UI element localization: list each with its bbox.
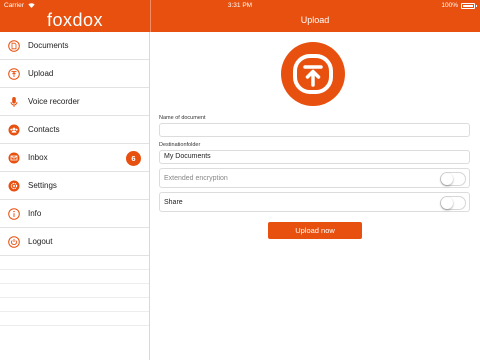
sidebar-item-info[interactable]: Info (0, 200, 149, 228)
empty-list-row (0, 298, 149, 312)
extended-encryption-toggle[interactable] (440, 172, 466, 186)
upload-form: Name of document Destinationfolder My Do… (159, 115, 470, 212)
sidebar-item-contacts[interactable]: Contacts (0, 116, 149, 144)
sidebar-item-upload[interactable]: Upload (0, 60, 149, 88)
power-icon (8, 235, 20, 248)
sidebar-item-label: Inbox (28, 153, 48, 162)
sidebar-item-logout[interactable]: Logout (0, 228, 149, 256)
upload-panel: Name of document Destinationfolder My Do… (151, 32, 480, 360)
document-name-label: Name of document (159, 115, 206, 121)
document-icon (8, 39, 20, 52)
inbox-count-badge: 6 (126, 151, 141, 166)
sidebar-item-label: Voice recorder (28, 97, 80, 106)
sidebar-item-label: Contacts (28, 125, 60, 134)
top-bar: Carrier 3:31 PM 100% foxdox Upload (0, 0, 480, 32)
destination-folder-label: Destinationfolder (159, 142, 201, 148)
share-row: Share (159, 192, 470, 212)
extended-encryption-row: Extended encryption (159, 168, 470, 188)
empty-list-row (0, 312, 149, 326)
extended-encryption-label: Extended encryption (164, 174, 228, 182)
sidebar-item-documents[interactable]: Documents (0, 32, 149, 60)
upload-icon (8, 67, 20, 80)
microphone-icon (8, 96, 20, 108)
app-logo: foxdox (46, 10, 104, 30)
upload-now-button[interactable]: Upload now (268, 222, 362, 239)
sidebar-item-label: Logout (28, 237, 53, 246)
inbox-icon (8, 152, 20, 164)
contacts-icon (8, 124, 20, 136)
upload-hero-icon (281, 42, 345, 106)
share-label: Share (164, 198, 183, 206)
empty-list-row (0, 256, 149, 270)
empty-list-row (0, 284, 149, 298)
sidebar: Documents Upload Voice recorder Contacts… (0, 32, 150, 360)
sidebar-item-label: Settings (28, 181, 57, 190)
empty-list-row (0, 270, 149, 284)
sidebar-item-voice-recorder[interactable]: Voice recorder (0, 88, 149, 116)
gear-icon (8, 180, 20, 192)
share-toggle[interactable] (440, 196, 466, 210)
document-name-input[interactable] (159, 123, 470, 137)
destination-folder-input[interactable]: My Documents (159, 150, 470, 164)
page-title: Upload (300, 15, 330, 25)
sidebar-item-inbox[interactable]: Inbox 6 (0, 144, 149, 172)
info-icon (8, 207, 20, 220)
sidebar-item-label: Info (28, 209, 42, 218)
sidebar-item-settings[interactable]: Settings (0, 172, 149, 200)
sidebar-item-label: Documents (28, 41, 69, 50)
sidebar-item-label: Upload (28, 69, 54, 78)
